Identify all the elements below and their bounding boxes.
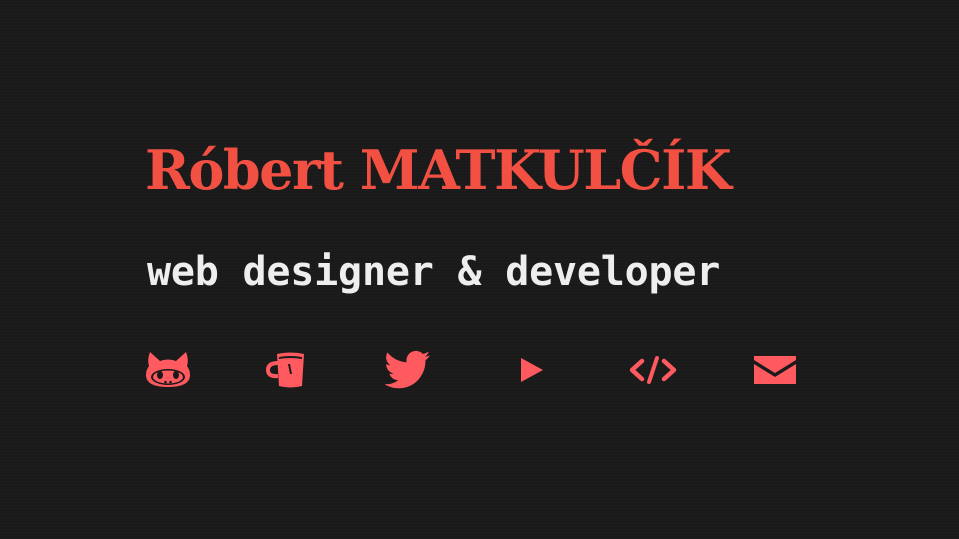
social-links (145, 348, 805, 392)
mail-icon (754, 356, 796, 384)
twitter-bird-icon (385, 350, 431, 389)
github-link[interactable] (142, 348, 194, 392)
twitter-link[interactable] (382, 348, 434, 392)
github-octocat-icon (146, 352, 190, 387)
hero: Róbert MATKULČÍK web designer & develope… (145, 138, 805, 389)
name-heading: Róbert MATKULČÍK (145, 138, 732, 202)
mug-link[interactable] (260, 348, 312, 392)
mug-icon (265, 352, 304, 388)
code-link[interactable] (627, 348, 679, 392)
tagline: web designer & developer (147, 249, 721, 295)
play-link[interactable] (505, 348, 557, 392)
play-icon (521, 358, 543, 382)
code-icon (629, 356, 677, 384)
mail-link[interactable] (749, 348, 801, 392)
